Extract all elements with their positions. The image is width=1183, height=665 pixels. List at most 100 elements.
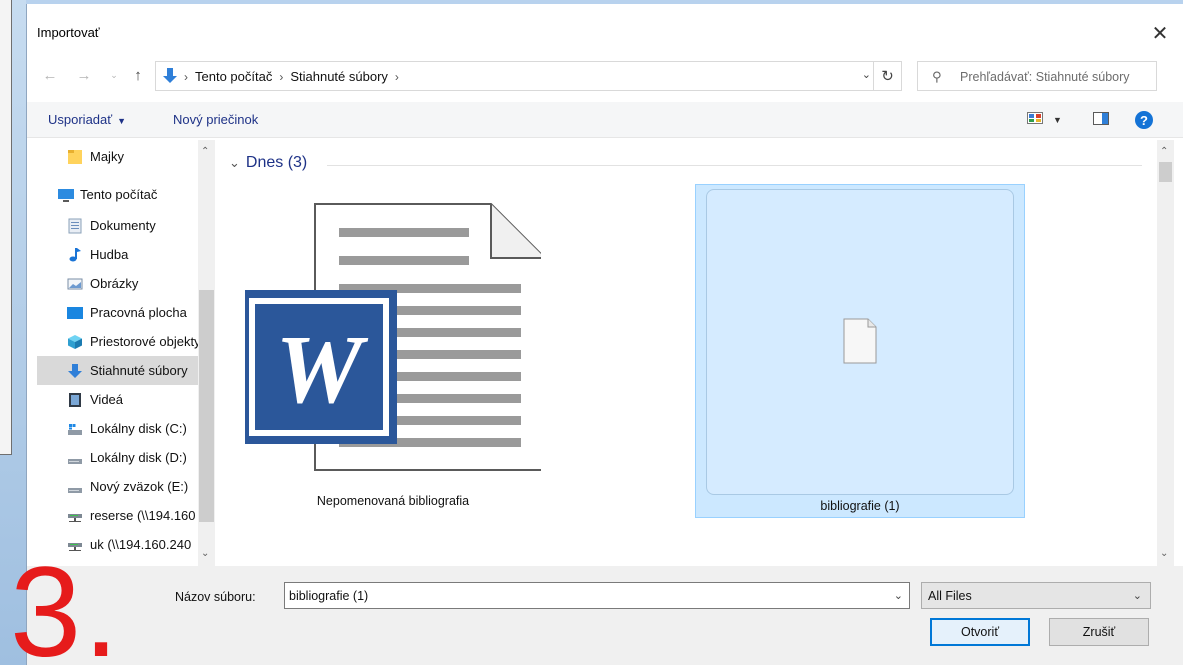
- dialog-footer: Názov súboru: bibliografie (1) ⌄ All Fil…: [27, 566, 1183, 665]
- breadcrumb: › Tento počítač › Stiahnuté súbory ›: [184, 69, 399, 84]
- chevron-down-icon: ⌄: [1132, 590, 1142, 602]
- command-bar: Usporiadať ▼ Nový priečinok ▼ ?: [27, 102, 1183, 138]
- organize-label: Usporiadať: [48, 112, 113, 127]
- file-name: bibliografie (1): [820, 499, 900, 513]
- blank-file-icon: [843, 318, 877, 367]
- sidebar-item-label: Nový zväzok (E:): [90, 479, 189, 494]
- preview-pane-icon: [1093, 112, 1109, 128]
- cancel-button[interactable]: Zrušiť: [1049, 618, 1149, 646]
- pictures-icon: [67, 276, 83, 292]
- arrow-right-icon: →: [76, 66, 92, 84]
- view-large-icons-icon: [1027, 112, 1043, 127]
- sidebar-item-videos[interactable]: Videá: [37, 385, 199, 414]
- forward-button[interactable]: →: [73, 64, 95, 86]
- sidebar-item-label: reserse (\\194.160: [90, 508, 196, 523]
- search-input[interactable]: ⚲ Prehľadávať: Stiahnuté súbory: [917, 61, 1157, 91]
- close-button[interactable]: ✕: [1143, 18, 1177, 48]
- chevron-down-icon: ⌄: [229, 155, 240, 170]
- refresh-button[interactable]: ↻: [873, 61, 901, 91]
- sidebar-item-3d-objects[interactable]: Priestorové objekty: [37, 327, 199, 356]
- group-header[interactable]: ⌄ Dnes (3): [229, 154, 307, 172]
- sidebar-item-this-pc[interactable]: Tento počítač: [37, 180, 199, 209]
- group-label: Dnes (3): [245, 154, 308, 171]
- sidebar-item-label: Lokálny disk (D:): [90, 450, 187, 465]
- sidebar-item-label: Stiahnuté súbory: [90, 363, 188, 378]
- file-item[interactable]: W Nepomenovaná bibliografia: [241, 190, 546, 520]
- file-view-scrollbar-thumb[interactable]: [1159, 162, 1172, 182]
- new-folder-button[interactable]: Nový priečinok: [173, 112, 258, 127]
- sidebar-item-label: Majky: [90, 149, 124, 164]
- folder-icon: [67, 149, 83, 165]
- background-panel: [0, 0, 12, 455]
- chevron-down-icon[interactable]: ⌄: [894, 589, 903, 602]
- sidebar-item-label: Hudba: [90, 247, 129, 262]
- sidebar-item-majky[interactable]: Majky: [37, 142, 199, 171]
- video-icon: [67, 392, 83, 408]
- file-item-selected[interactable]: bibliografie (1): [695, 184, 1025, 518]
- computer-icon: [57, 187, 74, 203]
- sidebar-item-pictures[interactable]: Obrázky: [37, 269, 199, 298]
- download-icon: [162, 67, 178, 88]
- system-drive-icon: [67, 421, 83, 437]
- help-button[interactable]: ?: [1135, 111, 1153, 129]
- chevron-down-icon: ⌄: [110, 69, 118, 80]
- caret-down-icon: ▼: [117, 116, 127, 126]
- search-placeholder: Prehľadávať: Stiahnuté súbory: [960, 70, 1130, 84]
- address-bar[interactable]: › Tento počítač › Stiahnuté súbory › ⌄ ↻: [155, 61, 902, 91]
- scroll-up-icon[interactable]: ⌃: [1160, 146, 1168, 157]
- sidebar-item-downloads[interactable]: Stiahnuté súbory: [37, 356, 199, 385]
- sidebar-item-music[interactable]: Hudba: [37, 240, 199, 269]
- scroll-down-icon[interactable]: ⌄: [201, 548, 209, 559]
- word-document-icon: W: [241, 202, 546, 477]
- arrow-left-icon: ←: [42, 66, 58, 84]
- up-button[interactable]: ↑: [127, 64, 149, 86]
- file-view: ⌄ Dnes (3) W Nepomenovaná bibliografia b…: [217, 140, 1157, 566]
- drive-icon: [67, 450, 83, 466]
- scroll-up-icon[interactable]: ⌃: [201, 146, 209, 157]
- sidebar-scrollbar[interactable]: ⌃ ⌄: [198, 140, 215, 566]
- sidebar-item-label: Lokálny disk (C:): [90, 421, 187, 436]
- breadcrumb-item[interactable]: Stiahnuté súbory: [290, 69, 388, 84]
- sidebar-item-documents[interactable]: Dokumenty: [37, 211, 199, 240]
- group-divider: [327, 165, 1142, 166]
- sidebar-item-drive-d[interactable]: Lokálny disk (D:): [37, 443, 199, 472]
- recent-locations-button[interactable]: ⌄: [103, 64, 125, 86]
- music-icon: [67, 247, 83, 263]
- preview-pane-button[interactable]: [1093, 112, 1109, 128]
- scroll-down-icon[interactable]: ⌄: [1160, 548, 1168, 559]
- file-view-scrollbar[interactable]: ⌃ ⌄: [1157, 140, 1174, 566]
- sidebar-item-desktop[interactable]: Pracovná plocha: [37, 298, 199, 327]
- address-dropdown-icon[interactable]: ⌄: [862, 68, 871, 81]
- sidebar-item-label: Pracovná plocha: [90, 305, 187, 320]
- filename-value: bibliografie (1): [289, 589, 369, 603]
- close-icon: ✕: [1151, 22, 1169, 45]
- sidebar-scrollbar-thumb[interactable]: [199, 290, 214, 522]
- step-annotation: 3.: [10, 541, 121, 665]
- navigation-bar: ← → ⌄ ↑ › Tento počítač › Stiahnuté súbo…: [27, 58, 1183, 94]
- desktop-icon: [67, 305, 83, 321]
- sidebar-item-drive-c[interactable]: Lokálny disk (C:): [37, 414, 199, 443]
- file-type-select[interactable]: All Files ⌄: [921, 582, 1151, 609]
- open-button[interactable]: Otvoriť: [930, 618, 1030, 646]
- sidebar-item-label: Videá: [90, 392, 124, 407]
- organize-button[interactable]: Usporiadať ▼: [48, 112, 126, 127]
- back-button[interactable]: ←: [39, 64, 61, 86]
- sidebar-item-drive-e[interactable]: Nový zväzok (E:): [37, 472, 199, 501]
- file-name: Nepomenovaná bibliografia: [316, 494, 470, 508]
- download-icon: [67, 363, 83, 379]
- svg-text:W: W: [275, 316, 368, 424]
- filename-label: Názov súboru:: [175, 590, 256, 604]
- title-bar: Importovať ✕: [27, 4, 1183, 54]
- drive-icon: [67, 479, 83, 495]
- change-view-button[interactable]: ▼: [1027, 112, 1062, 127]
- caret-down-icon: ▼: [1053, 114, 1062, 125]
- filename-input[interactable]: bibliografie (1) ⌄: [284, 582, 910, 609]
- 3d-objects-icon: [67, 334, 83, 350]
- sidebar-item-network-reserse[interactable]: reserse (\\194.160: [37, 501, 199, 530]
- thumbnail-frame: [706, 189, 1014, 495]
- sidebar-item-label: Obrázky: [90, 276, 139, 291]
- import-dialog: Importovať ✕ ← → ⌄ ↑ › Tento počítač › S…: [26, 4, 1183, 665]
- breadcrumb-item[interactable]: Tento počítač: [195, 69, 272, 84]
- documents-icon: [67, 218, 83, 234]
- refresh-icon: ↻: [881, 68, 894, 85]
